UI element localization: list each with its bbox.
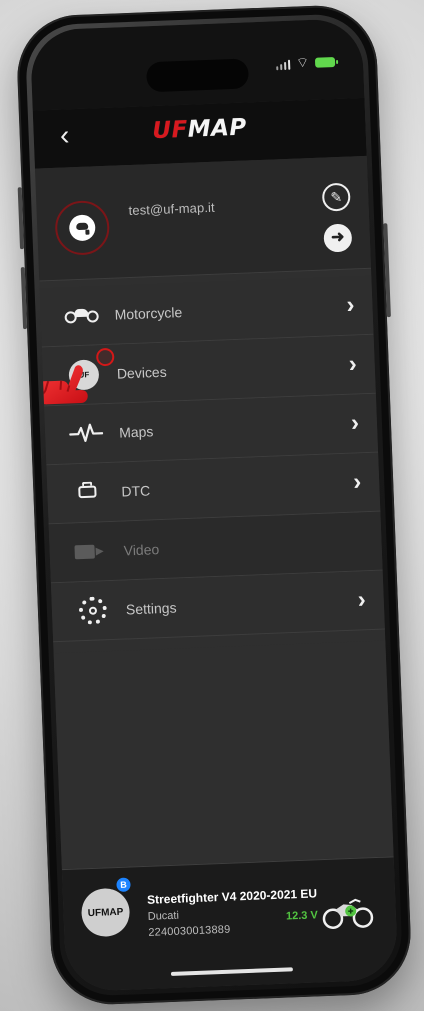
avatar: [54, 199, 111, 256]
menu-item-label: Devices: [116, 363, 167, 382]
home-indicator: [170, 967, 293, 976]
main-menu: Motorcycle › Devices ›: [29, 275, 385, 643]
dynamic-island: [145, 58, 250, 93]
video-icon: [73, 540, 108, 563]
chevron-right-icon: ›: [348, 350, 358, 378]
status-bar: ⌔: [29, 17, 365, 111]
helmet-icon: [68, 214, 96, 242]
back-button[interactable]: ‹: [51, 119, 78, 150]
settings-icon: [78, 596, 108, 626]
menu-item-label: Video: [123, 541, 160, 559]
brand-logo: UFMAP: [152, 114, 247, 144]
device-logo: UFMAP: [80, 887, 131, 938]
power-button: [383, 223, 391, 318]
menu-item-label: Motorcycle: [114, 304, 183, 323]
settings-icon: [73, 595, 112, 626]
dtc-icon: [69, 477, 108, 508]
bluetooth-icon: B: [116, 877, 131, 893]
app-screen: ⌔ ‹ UFMAP test@uf-map.it ✎ ➜ Motorcycle …: [29, 17, 399, 993]
motorcycle-icon: [62, 300, 101, 331]
dtc-icon: [73, 481, 104, 504]
pointer-hand-icon: [29, 365, 88, 405]
status-icons: ⌔: [276, 54, 336, 71]
chevron-right-icon: ›: [345, 291, 355, 319]
menu-item-label: Settings: [125, 599, 177, 618]
vehicle-serial: 2240030013889: [148, 923, 231, 939]
battery-voltage: 12.3 V: [285, 909, 319, 923]
chevron-right-icon: ›: [352, 468, 362, 496]
menu-item-settings[interactable]: Settings ›: [50, 570, 385, 643]
battery-icon: [314, 57, 336, 68]
arrow-right-icon: ➜: [330, 228, 345, 247]
wifi-icon: ⌔: [295, 54, 310, 71]
volume-button: [20, 267, 28, 330]
motorcycle-icon: [64, 306, 99, 325]
profile-email: test@uf-map.it: [128, 199, 215, 219]
logout-button[interactable]: ➜: [323, 223, 353, 253]
maps-icon: [67, 418, 106, 449]
profile-card: test@uf-map.it ✎ ➜: [34, 155, 372, 282]
content-spacer: [53, 640, 394, 871]
chevron-right-icon: ›: [350, 409, 360, 437]
bike-status-icon: [322, 898, 374, 929]
smartphone-mockup: ⌔ ‹ UFMAP test@uf-map.it ✎ ➜ Motorcycle …: [15, 3, 413, 1007]
logo-right: MAP: [187, 114, 248, 143]
logo-left: UF: [151, 116, 189, 145]
chevron-right-icon: ›: [357, 586, 367, 614]
maps-icon: [69, 423, 104, 442]
vehicle-brand: Ducati: [147, 909, 180, 923]
volume-button: [17, 187, 25, 250]
video-icon: [71, 536, 110, 567]
pencil-icon: ✎: [330, 188, 343, 206]
menu-item-label: Maps: [118, 423, 154, 441]
connected-device-panel[interactable]: UFMAP B Streetfighter V4 2020-2021 EU Du…: [61, 856, 399, 993]
signal-icon: [276, 58, 291, 71]
vehicle-title: Streetfighter V4 2020-2021 EU: [146, 886, 318, 907]
edit-profile-button[interactable]: ✎: [321, 182, 351, 212]
menu-item-label: DTC: [121, 482, 151, 500]
product-showcase: ⌔ ‹ UFMAP test@uf-map.it ✎ ➜ Motorcycle …: [0, 0, 424, 1011]
